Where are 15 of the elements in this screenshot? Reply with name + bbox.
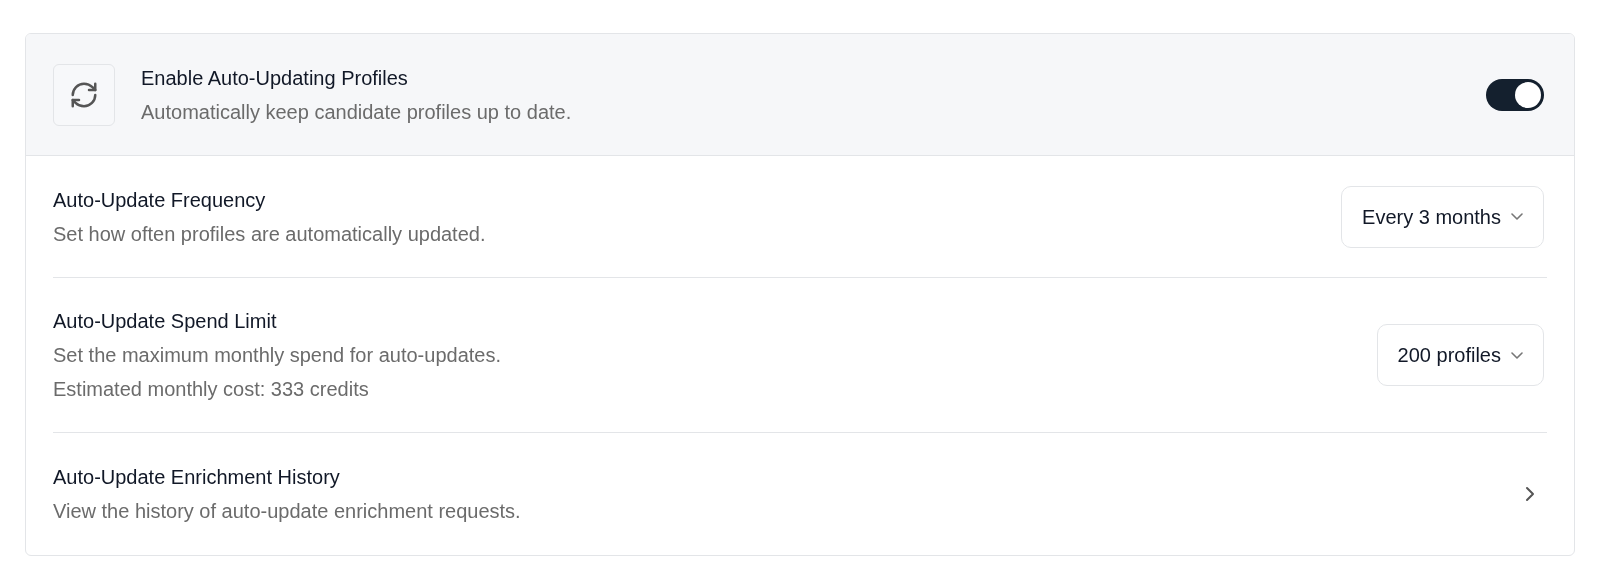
select-dropdown[interactable]: 200 profiles <box>1376 324 1544 386</box>
setting-description: Set the maximum monthly spend for auto-updates. <box>53 343 502 368</box>
toggle-switch[interactable] <box>1486 78 1544 111</box>
setting-title: Auto-Update Frequency <box>53 187 267 213</box>
setting-description: View the history of auto-update enrichment requests. <box>53 499 522 524</box>
setting-description: Estimated monthly cost: 333 credits <box>53 377 370 402</box>
select-dropdown[interactable]: Every 3 months <box>1341 185 1544 248</box>
setting-title: Auto-Update Enrichment History <box>53 465 341 490</box>
header-description: Automatically keep candidate profiles up to date. <box>141 99 573 125</box>
chevron-down-icon <box>1511 351 1523 359</box>
header-title: Enable Auto-Updating Profiles <box>141 65 409 91</box>
setting-title: Auto-Update Spend Limit <box>53 309 278 334</box>
setting-description: Set how often profiles are automatically updated. <box>53 221 487 247</box>
refresh-icon <box>53 63 115 126</box>
chevron-down-icon <box>1511 213 1523 220</box>
